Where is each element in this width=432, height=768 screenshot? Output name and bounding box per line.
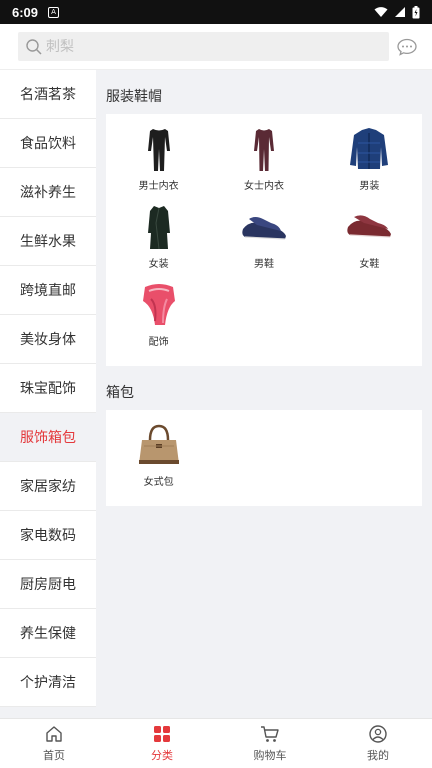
battery-icon (412, 5, 420, 18)
product-label: 女鞋 (359, 259, 380, 270)
product-womenswear[interactable]: 女装 (106, 202, 211, 280)
womens-shoe-icon (344, 202, 394, 252)
search-input[interactable] (46, 38, 346, 55)
sidebar-item-electronics[interactable]: 家电数码 (0, 511, 96, 560)
sidebar-item-health-care[interactable]: 养生保健 (0, 609, 96, 658)
product-womens-bag[interactable]: 女式包 (106, 420, 211, 498)
womens-coat-icon (134, 202, 184, 252)
section-title: 箱包 (106, 385, 134, 401)
product-label: 男士内衣 (138, 181, 179, 192)
message-icon (397, 38, 417, 56)
sidebar-item-jewelry[interactable]: 珠宝配饰 (0, 364, 96, 413)
mens-thermal-icon (134, 124, 184, 174)
nav-category[interactable]: 分类 (108, 719, 216, 768)
mens-shoe-icon (239, 202, 289, 252)
product-label: 男鞋 (253, 259, 274, 270)
sidebar-item-beauty[interactable]: 美妆身体 (0, 315, 96, 364)
sidebar-item-tonics[interactable]: 滋补养生 (0, 168, 96, 217)
header (0, 24, 432, 70)
wifi-icon (374, 7, 388, 17)
nav-profile-label: 我的 (367, 749, 389, 762)
product-label: 女式包 (143, 477, 174, 488)
message-button[interactable] (396, 36, 418, 58)
section-card: 男士内衣 女士内衣 男装 女装 男鞋 女鞋 配饰 (106, 114, 422, 366)
womens-thermal-icon (239, 124, 289, 174)
sidebar-item-kitchen[interactable]: 厨房厨电 (0, 560, 96, 609)
cart-icon (260, 724, 280, 744)
status-bar: 6:09 A (0, 0, 432, 24)
search-icon (26, 38, 42, 55)
signal-icon (395, 7, 405, 17)
profile-icon (368, 724, 388, 744)
section-title: 服装鞋帽 (106, 89, 162, 105)
product-womens-shoes[interactable]: 女鞋 (317, 202, 422, 280)
handbag-icon (134, 420, 184, 470)
nav-cart[interactable]: 购物车 (216, 719, 324, 768)
section-card: 女式包 (106, 410, 422, 506)
sidebar-item-personal-care[interactable]: 个护清洁 (0, 658, 96, 707)
product-label: 男装 (359, 181, 380, 192)
nav-category-label: 分类 (151, 749, 173, 762)
mens-jacket-icon (344, 124, 394, 174)
scarf-icon (134, 280, 184, 330)
product-womens-underwear[interactable]: 女士内衣 (211, 124, 316, 202)
product-label: 女装 (148, 259, 169, 270)
category-sidebar: 名酒茗茶 食品饮料 滋补养生 生鲜水果 跨境直邮 美妆身体 珠宝配饰 服饰箱包 … (0, 70, 96, 707)
search-bar[interactable] (18, 32, 389, 61)
product-label: 女士内衣 (243, 181, 284, 192)
product-mens-shoes[interactable]: 男鞋 (211, 202, 316, 280)
home-icon (44, 724, 64, 744)
status-icons (374, 5, 420, 19)
sidebar-item-home-textiles[interactable]: 家居家纺 (0, 462, 96, 511)
sidebar-item-food-drinks[interactable]: 食品饮料 (0, 119, 96, 168)
sidebar-item-liquor-tea[interactable]: 名酒茗茶 (0, 70, 96, 119)
sidebar-item-cross-border[interactable]: 跨境直邮 (0, 266, 96, 315)
product-mens-underwear[interactable]: 男士内衣 (106, 124, 211, 202)
product-label: 配饰 (148, 337, 169, 348)
bottom-navigation: 首页 分类 购物车 我的 (0, 718, 432, 768)
product-accessories[interactable]: 配饰 (106, 280, 211, 358)
category-content: 服装鞋帽 男士内衣 女士内衣 男装 女装 男鞋 女鞋 配饰 箱包 女式包 (106, 70, 422, 506)
sidebar-item-fresh-fruit[interactable]: 生鲜水果 (0, 217, 96, 266)
category-icon (152, 724, 172, 744)
status-time: 6:09 (12, 4, 39, 20)
product-menswear[interactable]: 男装 (317, 124, 422, 202)
nav-home[interactable]: 首页 (0, 719, 108, 768)
nav-home-label: 首页 (43, 749, 65, 762)
sidebar-item-apparel-bags[interactable]: 服饰箱包 (0, 413, 96, 462)
nav-profile[interactable]: 我的 (324, 719, 432, 768)
notification-icon: A (48, 6, 60, 18)
nav-cart-label: 购物车 (253, 749, 287, 762)
